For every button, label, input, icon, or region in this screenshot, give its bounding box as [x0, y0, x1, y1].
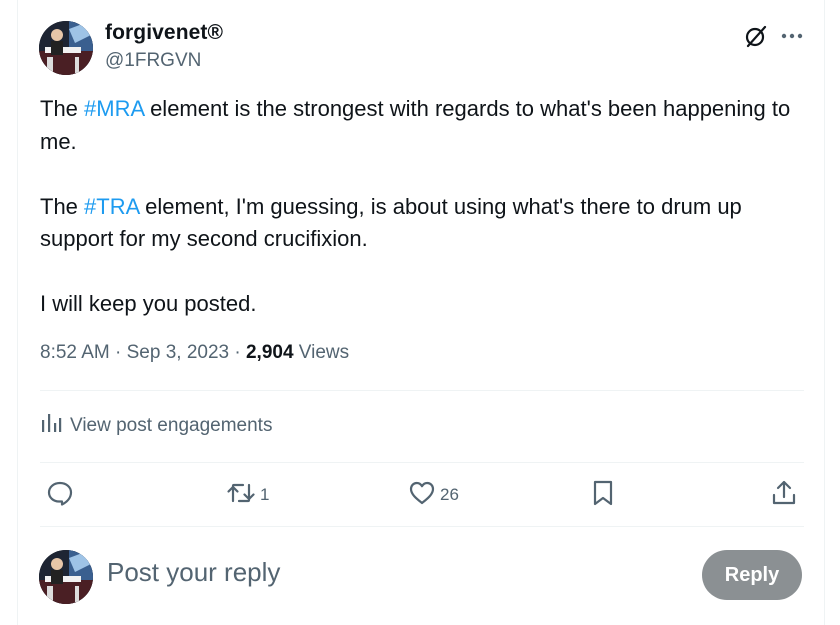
post-paragraph: The #TRA element, I'm guessing, is about… [40, 191, 810, 256]
post-date[interactable]: Sep 3, 2023 [127, 342, 229, 363]
views-count: 2,904 [245, 342, 294, 363]
repost-action[interactable]: 1 [226, 478, 269, 512]
reply-button[interactable]: Reply [702, 550, 802, 600]
reply-action[interactable] [46, 478, 78, 512]
meta-separator: · [229, 342, 246, 363]
divider [40, 462, 804, 463]
post-time[interactable]: 8:52 AM [40, 342, 110, 363]
divider [40, 390, 804, 391]
bookmark-action[interactable] [590, 478, 616, 512]
hashtag-link[interactable]: #MRA [84, 96, 144, 121]
current-user-avatar[interactable] [39, 550, 93, 604]
repost-icon [226, 479, 256, 512]
post-paragraph: The #MRA element is the strongest with r… [40, 93, 810, 158]
action-bar: 1 26 [0, 478, 840, 512]
author-display-name[interactable]: forgivenet® [105, 21, 223, 45]
reply-icon [46, 479, 74, 512]
repost-count: 1 [260, 485, 270, 504]
share-action[interactable] [770, 478, 798, 512]
reply-input[interactable]: Post your reply [107, 557, 280, 588]
divider [40, 526, 804, 527]
grok-icon[interactable] [742, 22, 770, 50]
share-icon [770, 479, 798, 512]
text-segment: The [40, 193, 85, 219]
meta-separator: · [109, 342, 127, 363]
post-text: The #MRA element is the strongest with r… [40, 93, 810, 321]
post-meta: 8:52 AM · Sep 3, 2023 · 2,904 Views [40, 342, 349, 364]
author-handle[interactable]: @1FRGVN [105, 50, 201, 72]
bookmark-icon [590, 479, 616, 512]
like-count: 26 [440, 485, 459, 504]
like-icon [408, 479, 436, 512]
text-segment: element is the strongest with regards to… [40, 96, 791, 154]
more-icon[interactable] [779, 22, 805, 50]
post-paragraph: I will keep you posted. [40, 291, 257, 316]
hashtag-link[interactable]: #TRA [84, 194, 139, 219]
views-label: Views [293, 342, 350, 363]
text-segment: The [40, 96, 85, 121]
analytics-icon [40, 412, 62, 440]
author-avatar[interactable] [39, 21, 93, 75]
like-action[interactable]: 26 [408, 478, 459, 512]
view-engagements-link[interactable]: View post engagements [40, 410, 272, 442]
text-segment: element, I'm guessing, is about using wh… [40, 193, 742, 252]
view-engagements-label: View post engagements [70, 415, 273, 436]
